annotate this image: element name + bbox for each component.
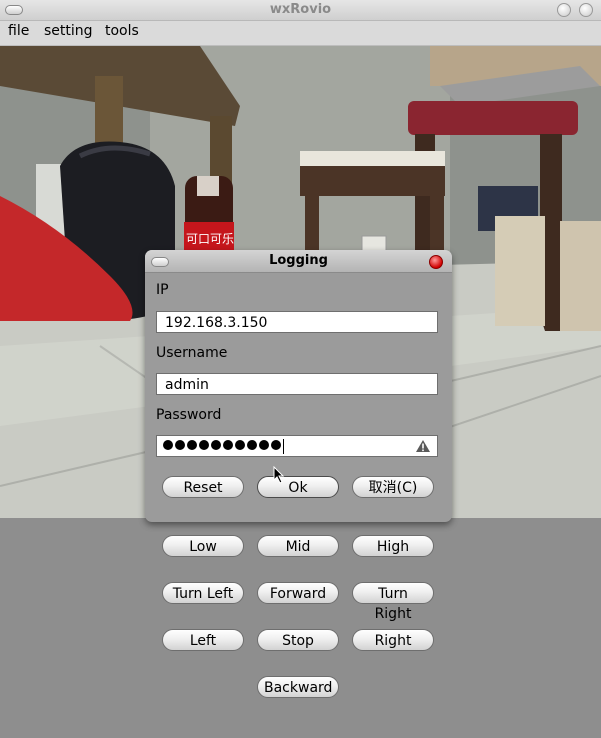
password-dot bbox=[259, 440, 269, 450]
password-dot bbox=[247, 440, 257, 450]
login-dialog: Logging IP 192.168.3.150 Username admin … bbox=[145, 250, 452, 522]
password-dot bbox=[271, 440, 281, 450]
backward-button[interactable]: Backward bbox=[257, 676, 339, 698]
ip-label: IP bbox=[156, 282, 169, 298]
speed-low-button[interactable]: Low bbox=[162, 535, 244, 557]
mouse-pointer-icon bbox=[273, 465, 285, 488]
ip-field[interactable]: 192.168.3.150 bbox=[156, 311, 438, 333]
stop-button[interactable]: Stop bbox=[257, 629, 339, 651]
dialog-title: Logging bbox=[269, 253, 328, 268]
password-mask bbox=[163, 438, 283, 454]
window-title: wxRovio bbox=[269, 2, 332, 17]
left-button[interactable]: Left bbox=[162, 629, 244, 651]
maximize-icon[interactable] bbox=[579, 3, 593, 17]
minimize-icon[interactable] bbox=[557, 3, 571, 17]
close-icon[interactable] bbox=[429, 255, 443, 269]
username-label: Username bbox=[156, 345, 228, 361]
window-title-bar: wxRovio bbox=[0, 0, 601, 21]
dialog-title-bar: Logging bbox=[145, 250, 452, 273]
turn-right-button[interactable]: Turn Right bbox=[352, 582, 434, 622]
right-button[interactable]: Right bbox=[352, 629, 434, 651]
menu-setting[interactable]: setting bbox=[44, 23, 93, 39]
turn-left-button[interactable]: Turn Left bbox=[162, 582, 244, 604]
menu-bar: file setting tools bbox=[0, 21, 601, 46]
username-field[interactable]: admin bbox=[156, 373, 438, 395]
ok-button[interactable]: Ok bbox=[257, 476, 339, 498]
password-dot bbox=[211, 440, 221, 450]
password-dot bbox=[163, 440, 173, 450]
password-dot bbox=[235, 440, 245, 450]
reset-button[interactable]: Reset bbox=[162, 476, 244, 498]
forward-button[interactable]: Forward bbox=[257, 582, 339, 604]
cancel-button[interactable]: 取消(C) bbox=[352, 476, 434, 498]
warning-icon bbox=[415, 439, 431, 457]
password-dot bbox=[175, 440, 185, 450]
text-caret bbox=[283, 438, 284, 454]
password-dot bbox=[223, 440, 233, 450]
menu-file[interactable]: file bbox=[8, 23, 29, 39]
password-label: Password bbox=[156, 407, 222, 423]
password-dot bbox=[199, 440, 209, 450]
speed-mid-button[interactable]: Mid bbox=[257, 535, 339, 557]
password-dot bbox=[187, 440, 197, 450]
svg-text:可口可乐: 可口可乐 bbox=[186, 232, 234, 246]
menu-tools[interactable]: tools bbox=[105, 23, 139, 39]
password-field[interactable] bbox=[156, 435, 438, 457]
speed-high-button[interactable]: High bbox=[352, 535, 434, 557]
